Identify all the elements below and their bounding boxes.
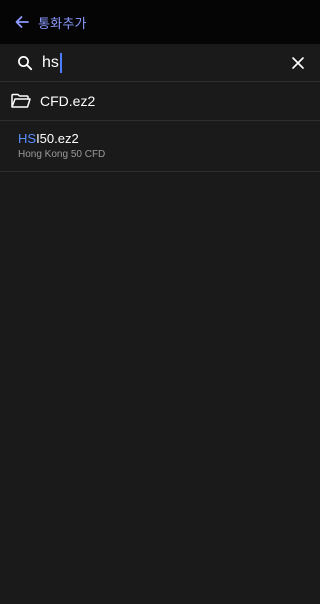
- search-bar: hs: [0, 44, 320, 82]
- result-symbol: HSI50.ez2: [18, 131, 79, 146]
- folder-item[interactable]: CFD.ez2: [0, 82, 320, 121]
- search-query-text: hs: [42, 53, 59, 71]
- search-input[interactable]: hs: [42, 44, 288, 81]
- result-symbol-match: HS: [18, 131, 37, 146]
- clear-search-button[interactable]: [288, 53, 308, 73]
- app-bar: 통화추가: [0, 0, 320, 44]
- result-description: Hong Kong 50 CFD: [18, 149, 106, 160]
- close-icon: [292, 56, 304, 69]
- result-symbol-rest: I50.ez2: [36, 131, 79, 146]
- page-title: 통화추가: [38, 15, 87, 31]
- text-cursor: [59, 52, 62, 73]
- folder-name: CFD.ez2: [40, 93, 96, 109]
- back-button[interactable]: [12, 12, 32, 32]
- search-icon: [16, 54, 34, 72]
- list-item[interactable]: HSI50.ez2 Hong Kong 50 CFD: [0, 121, 320, 172]
- arrow-left-icon: [15, 16, 29, 28]
- folder-open-icon: [10, 92, 32, 110]
